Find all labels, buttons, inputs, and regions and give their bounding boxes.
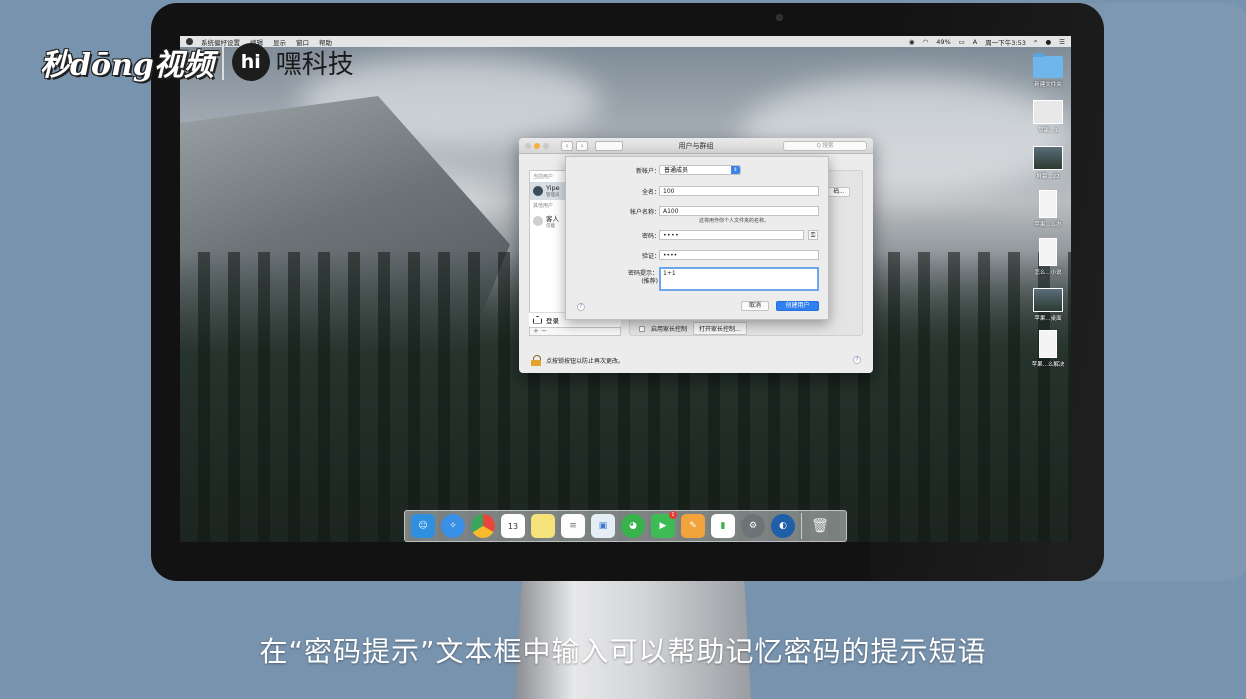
desktop-file[interactable]: 苹果...桌面: [1025, 288, 1071, 322]
record-icon[interactable]: ◉: [909, 38, 915, 46]
numbers-icon[interactable]: ▮: [711, 514, 735, 538]
password-row: 密码： •••• ⚿: [566, 230, 830, 241]
desktop-file[interactable]: 屏幕...22: [1025, 146, 1071, 180]
quicktime-icon[interactable]: ◐: [771, 514, 795, 538]
guest-avatar-icon: [533, 216, 543, 226]
account-name-row: 帐户名称： A100: [566, 206, 830, 217]
dock: ☺ ✧ 13 ≡ ▣ ◕ ▶ 1 ✎ ▮ ⚙ ◐ 🗑: [404, 510, 847, 542]
verify-field[interactable]: ••••: [659, 250, 819, 260]
notification-badge: 1: [669, 511, 677, 519]
wechat-icon[interactable]: ◕: [621, 514, 645, 538]
calendar-icon[interactable]: 13: [501, 514, 525, 538]
input-method[interactable]: A: [973, 38, 977, 46]
account-type-row: 新帐户： 普通成员 ⇕: [566, 165, 830, 176]
password-hint-field[interactable]: 1+1: [659, 267, 819, 291]
title-bar: ‹ › 用户与群组 Q 搜索: [519, 138, 873, 154]
file-thumbnail-icon: [1039, 330, 1057, 358]
desktop-file[interactable]: 苹果...么办: [1025, 190, 1071, 228]
chevron-updown-icon: ⇕: [731, 166, 740, 174]
brand-logo: 秒dōng视频: [40, 48, 214, 83]
wifi-icon[interactable]: ◠: [923, 38, 929, 46]
siri-icon[interactable]: ●: [1046, 38, 1052, 46]
trash-icon[interactable]: 🗑: [808, 514, 832, 538]
account-type-select[interactable]: 普通成员 ⇕: [659, 165, 741, 175]
hi-logo-icon: hi: [231, 43, 270, 81]
help-button[interactable]: ?: [577, 303, 585, 311]
help-button[interactable]: ?: [853, 356, 861, 364]
file-thumbnail-icon: [1033, 100, 1063, 124]
desktop: 系统偏好设置 编辑 显示 窗口 帮助 ◉ ◠ 49% ▭ A 周一下午3:53 …: [180, 36, 1071, 542]
facetime-icon[interactable]: ▶ 1: [651, 511, 677, 538]
dock-separator: [801, 513, 802, 539]
home-icon: [533, 315, 542, 324]
pages-icon[interactable]: ✎: [681, 514, 705, 538]
search-field[interactable]: Q 搜索: [783, 141, 867, 151]
notification-center-icon[interactable]: ☰: [1059, 38, 1065, 46]
desktop-file[interactable]: 苹果...么解决: [1025, 330, 1071, 368]
hint-label: 密码提示： (推荐): [627, 270, 658, 285]
brand-name: 嘿科技: [275, 49, 354, 80]
parental-checkbox[interactable]: [639, 325, 645, 332]
desktop-file[interactable]: 怎么...小说: [1025, 238, 1071, 276]
file-thumbnail-icon: [1039, 238, 1057, 266]
camera-icon: [776, 14, 783, 21]
finder-icon[interactable]: ☺: [411, 514, 435, 538]
folder-icon: [1033, 53, 1063, 78]
battery-percent[interactable]: 49%: [936, 38, 950, 46]
password-field[interactable]: ••••: [659, 230, 804, 240]
spotlight-icon[interactable]: ⌕: [1034, 37, 1038, 46]
open-parental-button[interactable]: 打开家长控制...: [693, 322, 747, 335]
notes-icon[interactable]: [531, 514, 555, 538]
lock-icon[interactable]: [531, 355, 541, 366]
file-thumbnail-icon: [1033, 146, 1063, 170]
watermark: 秒dōng视频 hi 嘿科技: [40, 40, 354, 84]
parental-controls: 启用家长控制 打开家长控制...: [639, 322, 747, 335]
avatar: [533, 186, 543, 196]
fullname-row: 全名： 100: [566, 186, 830, 197]
lock-row: 点按锁按钮以防止再次更改。: [531, 355, 624, 366]
new-account-sheet: 新帐户： 普通成员 ⇕ 全名： 100 帐户名称： A100 这将用作你个人文件…: [565, 156, 829, 320]
battery-icon[interactable]: ▭: [959, 38, 965, 46]
desktop-file[interactable]: 苹果...1: [1025, 100, 1071, 134]
clock[interactable]: 周一下午3:53: [985, 37, 1026, 47]
change-password-button[interactable]: 码...: [828, 187, 850, 197]
system-preferences-icon[interactable]: ⚙: [741, 514, 765, 538]
subtitle-caption: 在“密码提示”文本框中输入可以帮助记忆密码的提示短语: [259, 635, 987, 668]
fullname-field[interactable]: 100: [659, 186, 819, 196]
key-icon[interactable]: ⚿: [808, 230, 818, 240]
verify-row: 验证： ••••: [566, 250, 830, 261]
account-name-field[interactable]: A100: [659, 206, 819, 216]
safari-icon[interactable]: ✧: [441, 514, 465, 538]
create-user-button[interactable]: 创建用户: [776, 301, 819, 311]
file-thumbnail-icon: [1039, 190, 1057, 218]
file-thumbnail-icon: [1033, 288, 1063, 312]
desktop-file[interactable]: 新建文件夹: [1025, 53, 1071, 88]
account-name-hint: 这将用作你个人文件夹的名称。: [699, 218, 770, 224]
reminders-icon[interactable]: ≡: [561, 514, 585, 538]
cancel-button[interactable]: 取消: [741, 301, 769, 311]
chrome-icon[interactable]: [471, 514, 495, 538]
preview-icon[interactable]: ▣: [591, 514, 615, 538]
add-remove-buttons[interactable]: + −: [529, 327, 621, 336]
